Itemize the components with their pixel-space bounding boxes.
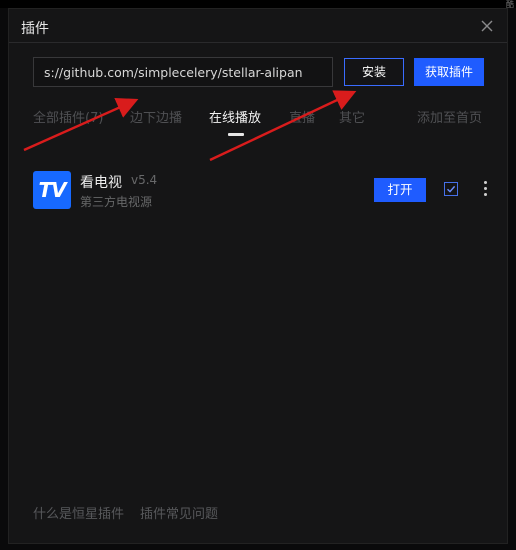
open-plugin-button[interactable]: 打开 (374, 178, 426, 202)
background-strip (0, 0, 516, 8)
plugin-category-tabs: 全部插件(7) 边下边播 在线播放 直播 其它 添加至首页 (9, 107, 507, 137)
checkmark-icon (447, 185, 456, 193)
plugins-dialog: 插件 安装 获取插件 全部插件(7) 边下边播 在线播放 直播 其它 添加至首页… (8, 8, 508, 544)
plugin-description: 第三方电视源 (80, 195, 153, 209)
tab-other[interactable]: 其它 (339, 107, 365, 126)
dialog-title: 插件 (21, 21, 49, 37)
close-icon[interactable] (477, 16, 497, 36)
dialog-header: 插件 (9, 9, 507, 43)
tab-all-plugins[interactable]: 全部插件(7) (33, 107, 103, 126)
plugin-faq-link[interactable]: 插件常见问题 (140, 503, 218, 522)
get-plugins-button[interactable]: 获取插件 (414, 58, 484, 86)
what-is-plugin-link[interactable]: 什么是恒星插件 (33, 503, 124, 522)
add-to-home-link[interactable]: 添加至首页 (417, 107, 482, 126)
plugin-name: 看电视 (80, 175, 122, 191)
plugin-enable-checkbox[interactable] (444, 182, 458, 196)
plugin-logo: TV (33, 171, 71, 209)
plugin-version: v5.4 (131, 173, 158, 187)
plugin-url-input[interactable] (33, 57, 333, 87)
tab-live[interactable]: 直播 (289, 107, 315, 126)
plugin-list-item: TV 看电视 v5.4 第三方电视源 打开 (9, 169, 507, 215)
install-button[interactable]: 安装 (344, 58, 404, 86)
tab-stream-download[interactable]: 边下边播 (130, 107, 182, 126)
more-vertical-icon[interactable] (480, 179, 490, 201)
tab-online-play[interactable]: 在线播放 (209, 107, 261, 126)
active-tab-indicator (228, 133, 244, 136)
